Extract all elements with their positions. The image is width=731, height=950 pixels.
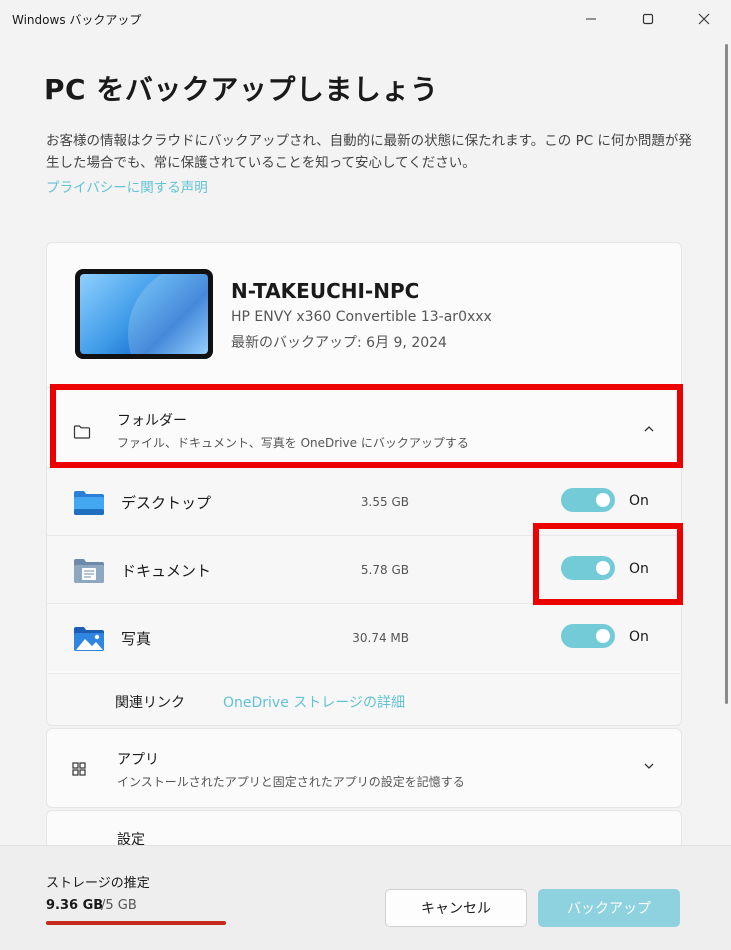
folder-size: 5.78 GB bbox=[360, 563, 409, 577]
apps-section[interactable]: アプリ インストールされたアプリと固定されたアプリの設定を記憶する bbox=[46, 728, 682, 808]
folders-subtitle: ファイル、ドキュメント、写真を OneDrive にバックアップする bbox=[117, 436, 469, 450]
device-backup-card: N-TAKEUCHI-NPC HP ENVY x360 Convertible … bbox=[46, 242, 682, 726]
documents-folder-icon bbox=[74, 559, 104, 583]
chevron-down-icon[interactable] bbox=[643, 761, 655, 771]
apps-title: アプリ bbox=[117, 752, 159, 768]
toggle-state: On bbox=[629, 561, 649, 577]
scrollbar[interactable] bbox=[725, 44, 728, 704]
storage-used: 9.36 GB bbox=[46, 898, 104, 913]
chevron-up-icon[interactable] bbox=[643, 424, 655, 434]
device-screen bbox=[80, 274, 208, 354]
toggle-state: On bbox=[629, 493, 649, 509]
desktop-folder-icon bbox=[74, 491, 104, 515]
minimize-button[interactable] bbox=[568, 0, 614, 38]
folders-section-header[interactable]: フォルダー ファイル、ドキュメント、写真を OneDrive にバックアップする bbox=[47, 387, 681, 467]
minimize-icon bbox=[586, 18, 596, 20]
page-description: お客様の情報はクラウドにバックアップされ、自動的に最新の状態に保たれます。この … bbox=[46, 133, 692, 171]
folder-size: 3.55 GB bbox=[360, 495, 409, 509]
toggle-state: On bbox=[629, 629, 649, 645]
toggle-knob bbox=[596, 629, 610, 643]
maximize-button[interactable] bbox=[625, 0, 671, 38]
cancel-button[interactable]: キャンセル bbox=[385, 889, 527, 927]
apps-subtitle: インストールされたアプリと固定されたアプリの設定を記憶する bbox=[117, 775, 465, 789]
footer-bar: ストレージの推定 9.36 GB /5 GB キャンセル バックアップ bbox=[0, 845, 731, 950]
storage-estimate-label: ストレージの推定 bbox=[46, 876, 150, 891]
device-image bbox=[75, 269, 213, 359]
desktop-backup-toggle[interactable] bbox=[561, 488, 615, 512]
toggle-knob bbox=[596, 561, 610, 575]
maximize-icon bbox=[642, 13, 654, 25]
pictures-backup-toggle[interactable] bbox=[561, 624, 615, 648]
related-links-label: 関連リンク bbox=[115, 695, 185, 711]
folder-icon bbox=[73, 425, 91, 439]
folder-row-desktop: デスクトップ 3.55 GB On bbox=[47, 467, 681, 535]
documents-backup-toggle[interactable] bbox=[561, 556, 615, 580]
onedrive-storage-link[interactable]: OneDrive ストレージの詳細 bbox=[223, 692, 405, 712]
app-title: Windows バックアップ bbox=[12, 13, 142, 27]
storage-usage-fill bbox=[46, 921, 226, 925]
pictures-folder-icon bbox=[74, 627, 104, 651]
last-backup: 最新のバックアップ: 6月 9, 2024 bbox=[231, 335, 447, 351]
folder-row-documents: ドキュメント 5.78 GB On bbox=[47, 535, 681, 603]
device-name: N-TAKEUCHI-NPC bbox=[231, 279, 420, 303]
backup-button[interactable]: バックアップ bbox=[538, 889, 680, 927]
folder-label: デスクトップ bbox=[121, 494, 212, 512]
related-links: 関連リンク OneDrive ストレージの詳細 bbox=[47, 673, 681, 725]
device-model: HP ENVY x360 Convertible 13-ar0xxx bbox=[231, 309, 492, 325]
folder-label: 写真 bbox=[121, 630, 152, 648]
close-button[interactable] bbox=[681, 0, 727, 38]
folder-label: ドキュメント bbox=[121, 562, 212, 580]
apps-icon bbox=[72, 762, 86, 776]
folder-size: 30.74 MB bbox=[352, 631, 409, 645]
toggle-knob bbox=[596, 493, 610, 507]
folders-title: フォルダー bbox=[117, 413, 187, 429]
title-bar: Windows バックアップ bbox=[0, 0, 731, 38]
folder-row-pictures: 写真 30.74 MB On bbox=[47, 603, 681, 671]
close-icon bbox=[698, 13, 710, 25]
storage-total: /5 GB bbox=[101, 898, 137, 913]
privacy-statement-link[interactable]: プライバシーに関する声明 bbox=[46, 176, 208, 196]
storage-usage-bar bbox=[46, 921, 226, 925]
page-title: PC をバックアップしましょう bbox=[44, 73, 439, 106]
